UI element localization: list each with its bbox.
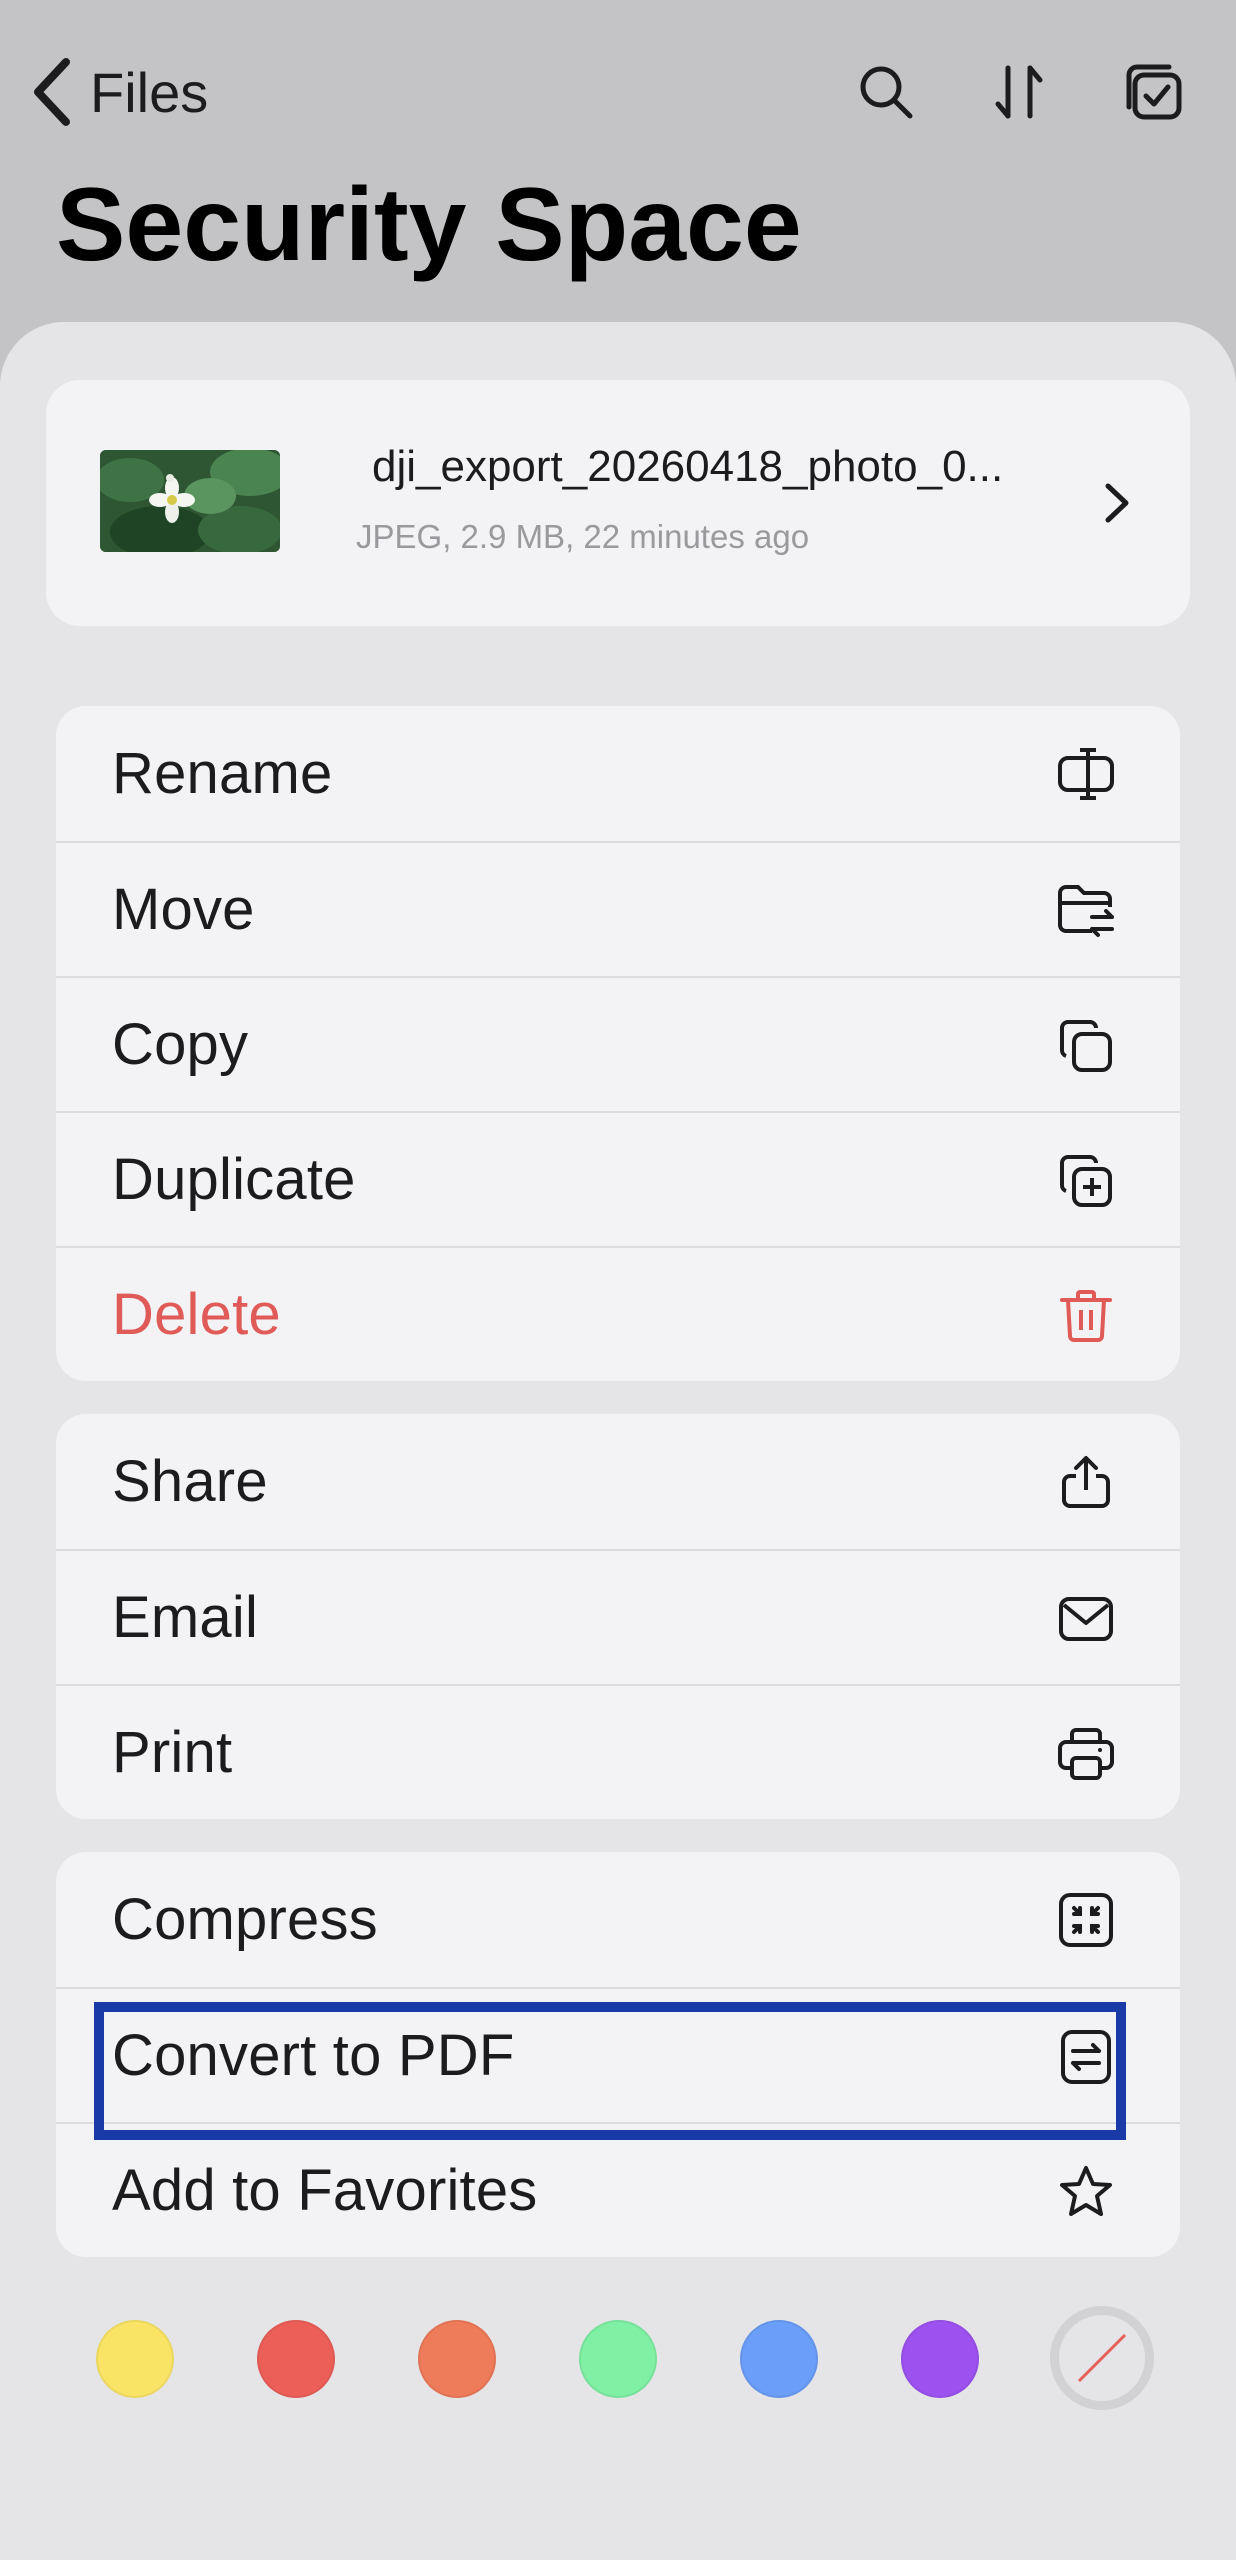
- copy-icon: [1056, 1018, 1116, 1074]
- color-tag-green[interactable]: [579, 2320, 657, 2398]
- star-icon: [1056, 2164, 1116, 2220]
- chevron-right-icon: [1105, 483, 1129, 523]
- edit-actions-group: Rename Move Copy Duplicate Delete: [56, 706, 1180, 1381]
- add-to-favorites-button[interactable]: Add to Favorites: [56, 2122, 1180, 2257]
- convert-to-pdf-button[interactable]: Convert to PDF: [56, 1987, 1180, 2122]
- search-button[interactable]: [852, 58, 920, 126]
- file-info-card[interactable]: dji_export_20260418_photo_0... JPEG, 2.9…: [46, 380, 1190, 626]
- color-tag-red[interactable]: [257, 2320, 335, 2398]
- copy-button[interactable]: Copy: [56, 976, 1180, 1111]
- folder-move-icon: [1056, 883, 1116, 939]
- no-color-button[interactable]: [1050, 2306, 1154, 2410]
- print-button[interactable]: Print: [56, 1684, 1180, 1819]
- print-label: Print: [112, 1720, 233, 1785]
- search-icon: [860, 66, 913, 119]
- move-button[interactable]: Move: [56, 841, 1180, 976]
- email-label: Email: [112, 1585, 259, 1650]
- delete-button[interactable]: Delete: [56, 1246, 1180, 1381]
- share-button[interactable]: Share: [56, 1414, 1180, 1549]
- trash-icon: [1056, 1288, 1116, 1344]
- envelope-icon: [1056, 1591, 1116, 1647]
- delete-label: Delete: [112, 1282, 281, 1347]
- color-tag-orange[interactable]: [418, 2320, 496, 2398]
- sort-button[interactable]: [986, 58, 1054, 126]
- email-button[interactable]: Email: [56, 1549, 1180, 1684]
- rename-button[interactable]: Rename: [56, 706, 1180, 841]
- duplicate-icon: [1056, 1153, 1116, 1209]
- back-label: Files: [90, 60, 209, 124]
- compress-label: Compress: [112, 1887, 378, 1952]
- select-button[interactable]: [1120, 58, 1188, 126]
- color-tag-yellow[interactable]: [96, 2320, 174, 2398]
- color-tag-purple[interactable]: [901, 2320, 979, 2398]
- duplicate-label: Duplicate: [112, 1147, 356, 1212]
- file-meta: JPEG, 2.9 MB, 22 minutes ago: [356, 518, 810, 555]
- copy-label: Copy: [112, 1012, 249, 1077]
- back-button[interactable]: Files: [32, 52, 208, 132]
- chevron-left-icon: [34, 58, 70, 126]
- duplicate-button[interactable]: Duplicate: [56, 1111, 1180, 1246]
- select-icon: [1126, 64, 1182, 120]
- file-tools-group: Compress Convert to PDF Add to Favorites: [56, 1852, 1180, 2257]
- share-label: Share: [112, 1449, 268, 1514]
- rename-icon: [1056, 746, 1116, 802]
- color-tag-row: [0, 2268, 1236, 2410]
- page-title: Security Space: [56, 167, 802, 283]
- convert-to-pdf-label: Convert to PDF: [112, 2023, 515, 2088]
- color-tag-blue[interactable]: [740, 2320, 818, 2398]
- compress-button[interactable]: Compress: [56, 1852, 1180, 1987]
- top-navigation-bar: Files Security Space: [0, 0, 1236, 283]
- compress-icon: [1056, 1892, 1116, 1948]
- share-icon: [1056, 1454, 1116, 1510]
- no-color-icon: [1077, 2333, 1127, 2383]
- file-name: dji_export_20260418_photo_0...: [372, 442, 1004, 491]
- convert-icon: [1056, 2029, 1116, 2085]
- sort-icon: [995, 65, 1043, 119]
- printer-icon: [1056, 1726, 1116, 1782]
- rename-label: Rename: [112, 741, 333, 806]
- add-to-favorites-label: Add to Favorites: [112, 2158, 538, 2223]
- share-actions-group: Share Email Print: [56, 1414, 1180, 1819]
- move-label: Move: [112, 877, 255, 942]
- file-thumbnail: [100, 450, 280, 552]
